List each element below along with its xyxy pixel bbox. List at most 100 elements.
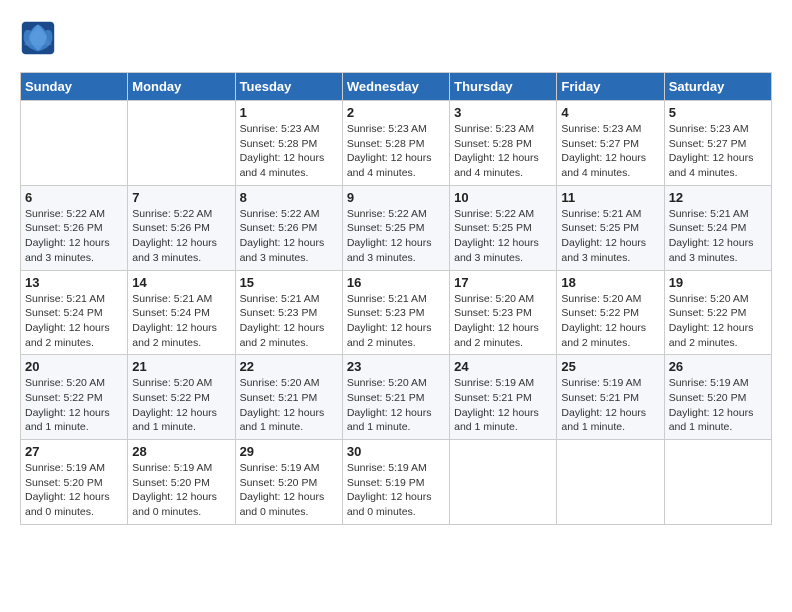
day-number: 9 bbox=[347, 190, 445, 205]
calendar-cell: 5 Sunrise: 5:23 AM Sunset: 5:27 PM Daylig… bbox=[664, 101, 771, 186]
calendar-cell: 10 Sunrise: 5:22 AM Sunset: 5:25 PM Dayli… bbox=[450, 185, 557, 270]
calendar-cell bbox=[450, 440, 557, 525]
day-number: 24 bbox=[454, 359, 552, 374]
calendar-cell: 24 Sunrise: 5:19 AM Sunset: 5:21 PM Dayli… bbox=[450, 355, 557, 440]
day-number: 28 bbox=[132, 444, 230, 459]
day-number: 3 bbox=[454, 105, 552, 120]
calendar-cell: 11Sunrise: 5:21 AM Sunset: 5:25 PM Dayli… bbox=[557, 185, 664, 270]
calendar-cell: 20 Sunrise: 5:20 AM Sunset: 5:22 PM Dayli… bbox=[21, 355, 128, 440]
day-info: Sunrise: 5:20 AM Sunset: 5:22 PM Dayligh… bbox=[25, 376, 123, 435]
calendar-week-row: 13 Sunrise: 5:21 AM Sunset: 5:24 PM Dayli… bbox=[21, 270, 772, 355]
calendar-week-row: 20 Sunrise: 5:20 AM Sunset: 5:22 PM Dayli… bbox=[21, 355, 772, 440]
day-info: Sunrise: 5:19 AM Sunset: 5:20 PM Dayligh… bbox=[132, 461, 230, 520]
day-number: 7 bbox=[132, 190, 230, 205]
day-info: Sunrise: 5:23 AM Sunset: 5:28 PM Dayligh… bbox=[347, 122, 445, 181]
day-number: 6 bbox=[25, 190, 123, 205]
calendar-cell bbox=[557, 440, 664, 525]
day-info: Sunrise: 5:21 AM Sunset: 5:24 PM Dayligh… bbox=[132, 292, 230, 351]
calendar-cell: 19Sunrise: 5:20 AM Sunset: 5:22 PM Dayli… bbox=[664, 270, 771, 355]
calendar-cell: 7 Sunrise: 5:22 AM Sunset: 5:26 PM Daylig… bbox=[128, 185, 235, 270]
day-number: 10 bbox=[454, 190, 552, 205]
calendar-week-row: 1 Sunrise: 5:23 AM Sunset: 5:28 PM Daylig… bbox=[21, 101, 772, 186]
calendar-cell: 1 Sunrise: 5:23 AM Sunset: 5:28 PM Daylig… bbox=[235, 101, 342, 186]
day-number: 1 bbox=[240, 105, 338, 120]
calendar-cell: 17 Sunrise: 5:20 AM Sunset: 5:23 PM Dayli… bbox=[450, 270, 557, 355]
calendar-cell: 23 Sunrise: 5:20 AM Sunset: 5:21 PM Dayli… bbox=[342, 355, 449, 440]
day-info: Sunrise: 5:23 AM Sunset: 5:27 PM Dayligh… bbox=[669, 122, 767, 181]
day-number: 29 bbox=[240, 444, 338, 459]
calendar-cell: 29Sunrise: 5:19 AM Sunset: 5:20 PM Dayli… bbox=[235, 440, 342, 525]
day-info: Sunrise: 5:22 AM Sunset: 5:26 PM Dayligh… bbox=[132, 207, 230, 266]
calendar-cell: 15 Sunrise: 5:21 AM Sunset: 5:23 PM Dayli… bbox=[235, 270, 342, 355]
day-info: Sunrise: 5:20 AM Sunset: 5:21 PM Dayligh… bbox=[347, 376, 445, 435]
column-header-thursday: Thursday bbox=[450, 73, 557, 101]
day-number: 16 bbox=[347, 275, 445, 290]
column-header-saturday: Saturday bbox=[664, 73, 771, 101]
day-info: Sunrise: 5:19 AM Sunset: 5:19 PM Dayligh… bbox=[347, 461, 445, 520]
day-info: Sunrise: 5:23 AM Sunset: 5:28 PM Dayligh… bbox=[240, 122, 338, 181]
calendar-header-row: SundayMondayTuesdayWednesdayThursdayFrid… bbox=[21, 73, 772, 101]
day-info: Sunrise: 5:20 AM Sunset: 5:22 PM Dayligh… bbox=[561, 292, 659, 351]
day-info: Sunrise: 5:22 AM Sunset: 5:25 PM Dayligh… bbox=[454, 207, 552, 266]
day-info: Sunrise: 5:19 AM Sunset: 5:21 PM Dayligh… bbox=[454, 376, 552, 435]
calendar-cell: 18 Sunrise: 5:20 AM Sunset: 5:22 PM Dayli… bbox=[557, 270, 664, 355]
day-number: 21 bbox=[132, 359, 230, 374]
calendar-cell bbox=[21, 101, 128, 186]
column-header-sunday: Sunday bbox=[21, 73, 128, 101]
day-info: Sunrise: 5:19 AM Sunset: 5:20 PM Dayligh… bbox=[25, 461, 123, 520]
calendar-cell: 4 Sunrise: 5:23 AM Sunset: 5:27 PM Daylig… bbox=[557, 101, 664, 186]
day-number: 20 bbox=[25, 359, 123, 374]
day-number: 30 bbox=[347, 444, 445, 459]
day-number: 8 bbox=[240, 190, 338, 205]
day-info: Sunrise: 5:22 AM Sunset: 5:26 PM Dayligh… bbox=[25, 207, 123, 266]
day-info: Sunrise: 5:19 AM Sunset: 5:20 PM Dayligh… bbox=[669, 376, 767, 435]
day-number: 17 bbox=[454, 275, 552, 290]
calendar-cell: 22 Sunrise: 5:20 AM Sunset: 5:21 PM Dayli… bbox=[235, 355, 342, 440]
calendar-cell: 21 Sunrise: 5:20 AM Sunset: 5:22 PM Dayli… bbox=[128, 355, 235, 440]
day-number: 5 bbox=[669, 105, 767, 120]
calendar-cell: 9Sunrise: 5:22 AM Sunset: 5:25 PM Daylig… bbox=[342, 185, 449, 270]
day-number: 13 bbox=[25, 275, 123, 290]
column-header-wednesday: Wednesday bbox=[342, 73, 449, 101]
day-info: Sunrise: 5:21 AM Sunset: 5:24 PM Dayligh… bbox=[669, 207, 767, 266]
day-number: 26 bbox=[669, 359, 767, 374]
day-number: 4 bbox=[561, 105, 659, 120]
calendar-cell: 30 Sunrise: 5:19 AM Sunset: 5:19 PM Dayli… bbox=[342, 440, 449, 525]
day-number: 15 bbox=[240, 275, 338, 290]
day-number: 19 bbox=[669, 275, 767, 290]
calendar-table: SundayMondayTuesdayWednesdayThursdayFrid… bbox=[20, 72, 772, 525]
calendar-cell: 16 Sunrise: 5:21 AM Sunset: 5:23 PM Dayli… bbox=[342, 270, 449, 355]
day-info: Sunrise: 5:23 AM Sunset: 5:28 PM Dayligh… bbox=[454, 122, 552, 181]
calendar-cell: 28 Sunrise: 5:19 AM Sunset: 5:20 PM Dayli… bbox=[128, 440, 235, 525]
day-info: Sunrise: 5:20 AM Sunset: 5:21 PM Dayligh… bbox=[240, 376, 338, 435]
day-number: 18 bbox=[561, 275, 659, 290]
day-info: Sunrise: 5:19 AM Sunset: 5:21 PM Dayligh… bbox=[561, 376, 659, 435]
day-number: 23 bbox=[347, 359, 445, 374]
logo bbox=[20, 20, 60, 56]
day-number: 27 bbox=[25, 444, 123, 459]
day-info: Sunrise: 5:21 AM Sunset: 5:25 PM Dayligh… bbox=[561, 207, 659, 266]
calendar-cell: 2 Sunrise: 5:23 AM Sunset: 5:28 PM Daylig… bbox=[342, 101, 449, 186]
calendar-week-row: 6 Sunrise: 5:22 AM Sunset: 5:26 PM Daylig… bbox=[21, 185, 772, 270]
column-header-friday: Friday bbox=[557, 73, 664, 101]
day-info: Sunrise: 5:21 AM Sunset: 5:23 PM Dayligh… bbox=[240, 292, 338, 351]
calendar-cell: 27 Sunrise: 5:19 AM Sunset: 5:20 PM Dayli… bbox=[21, 440, 128, 525]
calendar-cell: 12 Sunrise: 5:21 AM Sunset: 5:24 PM Dayli… bbox=[664, 185, 771, 270]
calendar-cell: 26 Sunrise: 5:19 AM Sunset: 5:20 PM Dayli… bbox=[664, 355, 771, 440]
calendar-cell: 3 Sunrise: 5:23 AM Sunset: 5:28 PM Daylig… bbox=[450, 101, 557, 186]
day-number: 14 bbox=[132, 275, 230, 290]
calendar-cell: 8Sunrise: 5:22 AM Sunset: 5:26 PM Daylig… bbox=[235, 185, 342, 270]
day-info: Sunrise: 5:21 AM Sunset: 5:24 PM Dayligh… bbox=[25, 292, 123, 351]
calendar-cell: 25 Sunrise: 5:19 AM Sunset: 5:21 PM Dayli… bbox=[557, 355, 664, 440]
calendar-cell: 6 Sunrise: 5:22 AM Sunset: 5:26 PM Daylig… bbox=[21, 185, 128, 270]
day-info: Sunrise: 5:23 AM Sunset: 5:27 PM Dayligh… bbox=[561, 122, 659, 181]
day-info: Sunrise: 5:20 AM Sunset: 5:23 PM Dayligh… bbox=[454, 292, 552, 351]
calendar-week-row: 27 Sunrise: 5:19 AM Sunset: 5:20 PM Dayli… bbox=[21, 440, 772, 525]
page-header bbox=[20, 20, 772, 56]
day-info: Sunrise: 5:21 AM Sunset: 5:23 PM Dayligh… bbox=[347, 292, 445, 351]
day-number: 12 bbox=[669, 190, 767, 205]
day-number: 22 bbox=[240, 359, 338, 374]
day-info: Sunrise: 5:20 AM Sunset: 5:22 PM Dayligh… bbox=[132, 376, 230, 435]
day-number: 25 bbox=[561, 359, 659, 374]
day-number: 2 bbox=[347, 105, 445, 120]
